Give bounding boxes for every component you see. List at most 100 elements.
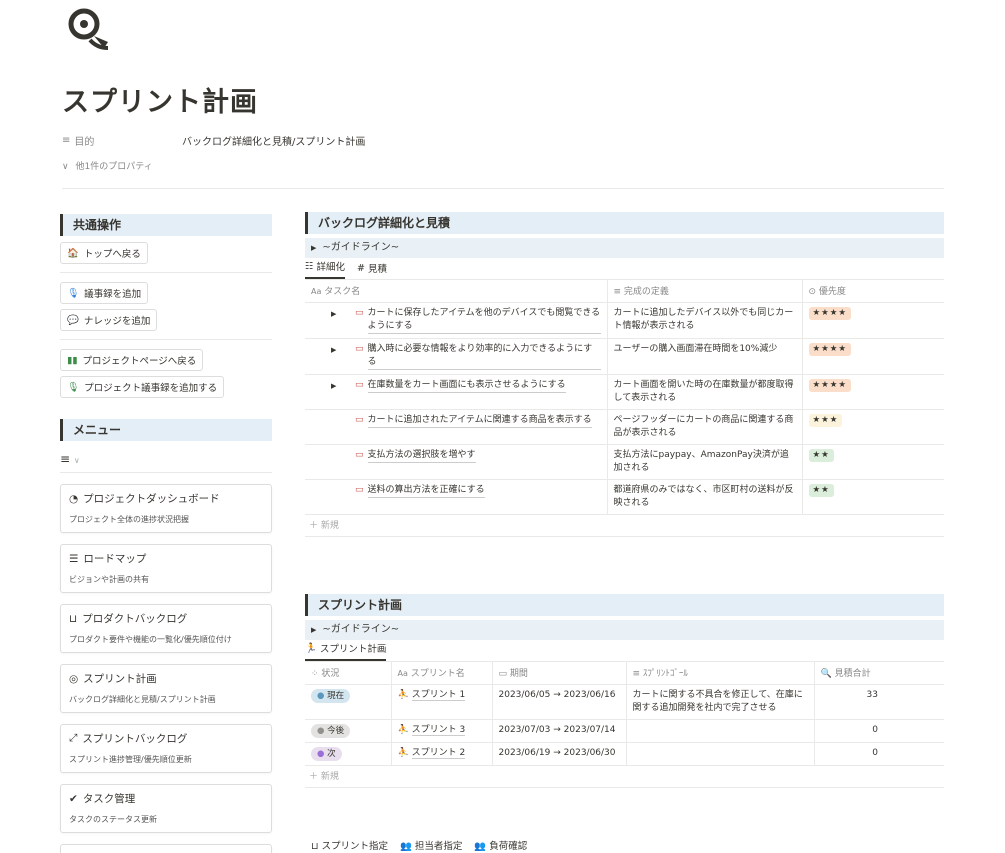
total-cell[interactable]: 0 [813,742,944,766]
triangle-right-icon[interactable]: ▶ [311,343,343,370]
definition-cell[interactable]: カート画面を開いた時の在庫数量が都度取得して表示される [606,374,802,410]
menu-card-task-management[interactable]: ✔ タスク管理 タスクのステータス更新 [60,784,272,833]
menu-card-sprint-backlog[interactable]: ⤢ スプリントバックログ スプリント進捗管理/優先順位更新 [60,724,272,773]
tab-sprint-assign[interactable]: ⊔ スプリント指定 [311,838,388,852]
table-row[interactable]: ▶ ▭ 在庫数量をカート画面にも表示させるようにする カート画面を開いた時の在庫数量が… [305,374,944,410]
priority-cell[interactable]: ★★★★ [801,374,944,410]
property-label: 目的 [74,137,95,148]
tab-assignee[interactable]: 👥 担当者指定 [400,838,462,852]
status-cell[interactable]: ● 今後 [305,719,391,743]
table-row[interactable]: ▭ カートに追加されたアイテムに関連する商品を表示する ページフッダーにカートの商品… [305,409,944,445]
back-to-project-button[interactable]: ▮▮ プロジェクトページへ戻る [60,349,204,371]
period-cell[interactable]: 2023/06/05 → 2023/06/16 [491,684,626,720]
tab-estimate[interactable]: # 見積 [357,261,387,279]
priority-cell[interactable]: ★★★★ [801,338,944,375]
table-row[interactable]: ▭ 送料の算出方法を正確にする 都道府県のみではなく、市区町村の送料が反映される ★★ [305,479,944,516]
table-row[interactable]: ▶ ▭ 購入時に必要な情報をより効率的に入力できるようにする ユーザーの購入画面滞在時… [305,338,944,375]
sprint-tabs: 🏃 スプリント計画 [305,640,944,662]
add-minutes-button[interactable]: 🎙 議事録を追加 [60,282,149,304]
more-properties[interactable]: ∨ 他1件のプロパティ [62,159,153,172]
task-name: 送料の算出方法を正確にする [367,484,485,499]
column-header-goal[interactable]: ≡ ｽﾌﾟﾘﾝﾄｺﾞｰﾙ [625,662,814,685]
menu-card-roadmap[interactable]: ☰ ロードマップ ビジョンや計画の共有 [60,544,272,593]
microphone-icon: 🎙 [67,287,80,299]
sprint-name-cell[interactable]: ⛹ スプリント 1 [390,684,492,720]
tab-detail[interactable]: ☷ 詳細化 [305,259,346,279]
priority-cell[interactable]: ★★★ [801,409,944,445]
back-to-top-button[interactable]: 🏠 トップへ戻る [60,242,148,264]
status-badge: ● 現在 [311,688,351,703]
status-cell[interactable]: ● 現在 [305,684,391,720]
menu-card-product-backlog[interactable]: ⊔ プロダクトバックログ プロダクト要件や機能の一覧化/優先順位付け [60,604,272,653]
property-value[interactable]: バックログ詳細化と見積/スプリント計画 [182,133,365,148]
column-header-priority[interactable]: ⊙ 優先度 [801,280,944,303]
sprint-section: ▶ ~ガイドライン~ 🏃 スプリント計画 ⁘ 状況 Aa スプリント名 ▭ 期間 ≡… [305,616,944,788]
task-cell[interactable]: ▭ 支払方法の選択肢を増やす [305,444,607,480]
tab-sprint-plan[interactable]: 🏃 スプリント計画 [305,641,387,661]
tab-load-check[interactable]: 👥 負荷確認 [474,838,527,852]
inbox-icon: ▭ [355,343,364,354]
sprint-name-cell[interactable]: ⛹ スプリント 2 [390,742,492,766]
menu-card-sprint-plan[interactable]: ◎ スプリント計画 バックログ詳細化と見積/スプリント計画 [60,664,272,713]
definition-cell[interactable]: 支払方法にpaypay、AmazonPay決済が追加される [606,444,802,480]
definition-cell[interactable]: カートに追加したデバイス以外でも同じカート情報が表示される [606,302,802,339]
total-cell[interactable]: 33 [813,684,944,720]
task-cell[interactable]: ▶ ▭ 在庫数量をカート画面にも表示させるようにする [305,374,607,410]
task-cell[interactable]: ▭ 送料の算出方法を正確にする [305,479,607,516]
priority-cell[interactable]: ★★ [801,479,944,516]
definition-cell[interactable]: ページフッダーにカートの商品に関連する商品が表示される [606,409,802,445]
definition-cell[interactable]: ユーザーの購入画面滞在時間を10%減少 [606,338,802,375]
priority-badge: ★★★ [808,413,843,427]
common-ops-heading: 共通操作 [60,214,272,236]
bottom-tabs: ⊔ スプリント指定 👥 担当者指定 👥 負荷確認 [311,838,527,852]
triangle-right-icon[interactable]: ▶ [311,379,343,393]
period-cell[interactable]: 2023/06/19 → 2023/06/30 [491,742,626,766]
sprint-guideline-toggle[interactable]: ▶ ~ガイドライン~ [305,620,944,640]
column-header-status[interactable]: ⁘ 状況 [305,662,391,685]
runner-icon: 🏃 [305,642,317,654]
target-icon: ◎ [69,672,79,685]
sprint-name-cell[interactable]: ⛹ スプリント 3 [390,719,492,743]
task-cell[interactable]: ▭ カートに追加されたアイテムに関連する商品を表示する [305,409,607,445]
triangle-right-icon: ▶ [311,244,317,252]
triangle-right-icon[interactable]: ▶ [311,307,343,334]
add-project-minutes-button[interactable]: 🎙 プロジェクト議事録を追加する [60,376,225,398]
column-header-task[interactable]: Aa タスク名 [305,280,607,303]
period-cell[interactable]: 2023/07/03 → 2023/07/14 [491,719,626,743]
status-cell[interactable]: ● 次 [305,742,391,766]
menu-card-dashboard[interactable]: ◔ プロジェクトダッシュボード プロジェクト全体の進捗状況把握 [60,484,272,533]
inbox-icon: ▭ [355,414,364,425]
goal-cell[interactable] [625,742,814,766]
table-row[interactable]: ● 現在 ⛹ スプリント 1 2023/06/05 → 2023/06/16 カートに… [305,684,944,720]
microphone-icon: 🎙 [67,381,80,393]
inbox-icon: ▭ [355,307,364,318]
priority-badge: ★★★★ [808,378,851,392]
backlog-new-row[interactable]: ＋ 新規 [305,515,944,538]
menu-card-partial[interactable] [60,844,272,853]
table-row[interactable]: ▶ ▭ カートに保存したアイテムを他のデバイスでも閲覧できるようにする カートに追加し… [305,302,944,339]
task-cell[interactable]: ▶ ▭ 購入時に必要な情報をより効率的に入力できるようにする [305,338,607,375]
task-cell[interactable]: ▶ ▭ カートに保存したアイテムを他のデバイスでも閲覧できるようにする [305,302,607,339]
total-cell[interactable]: 0 [813,719,944,743]
sprint-new-row[interactable]: ＋ 新規 [305,766,944,788]
trend-chart-icon: ⤢ [69,732,78,744]
task-name: 支払方法の選択肢を増やす [367,449,476,463]
goal-cell[interactable]: カートに関する不具合を修正して、在庫に関する追加開発を社内で完了させる [625,684,814,720]
priority-cell[interactable]: ★★ [801,444,944,480]
column-header-total[interactable]: 🔍 見積合計 [813,662,944,685]
priority-cell[interactable]: ★★★★ [801,302,944,339]
guideline-toggle[interactable]: ▶ ~ガイドライン~ [305,238,944,258]
add-knowledge-button[interactable]: 💬 ナレッジを追加 [60,309,158,331]
column-header-definition[interactable]: ≡ 完成の定義 [606,280,802,303]
table-row[interactable]: ● 今後 ⛹ スプリント 3 2023/07/03 → 2023/07/14 0 [305,719,944,743]
property-row[interactable]: ≡ 目的 バックログ詳細化と見積/スプリント計画 [62,133,365,148]
column-header-sprint-name[interactable]: Aa スプリント名 [390,662,492,685]
table-row[interactable]: ▭ 支払方法の選択肢を増やす 支払方法にpaypay、AmazonPay決済が追加さ… [305,444,944,480]
table-row[interactable]: ● 次 ⛹ スプリント 2 2023/06/19 → 2023/06/30 0 [305,742,944,766]
goal-cell[interactable] [625,719,814,743]
roadmap-icon: ☰ [69,552,79,565]
column-header-period[interactable]: ▭ 期間 [491,662,626,685]
definition-cell[interactable]: 都道府県のみではなく、市区町村の送料が反映される [606,479,802,516]
menu-view-toggle[interactable]: ≡ ∨ [60,452,272,466]
